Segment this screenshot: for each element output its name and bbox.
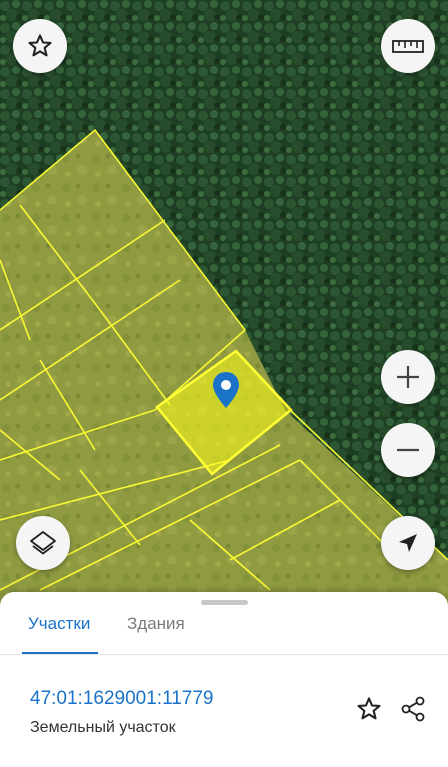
tab-buildings[interactable]: Здания [127, 614, 185, 634]
cadastral-number-link[interactable]: 47:01:1629001:11779 [30, 688, 214, 710]
navigation-arrow-icon [396, 531, 420, 555]
parcel-info-sheet: Участки Здания 47:01:1629001:11779 Земел… [0, 592, 448, 767]
star-icon [26, 32, 54, 60]
layers-icon [28, 528, 58, 558]
layers-button[interactable] [16, 516, 70, 570]
divider [0, 654, 448, 655]
zoom-in-button[interactable] [381, 350, 435, 404]
ruler-button[interactable] [381, 19, 435, 73]
sheet-drag-handle[interactable] [201, 600, 248, 605]
ruler-icon [391, 36, 425, 56]
parcel-type-label: Земельный участок [30, 719, 176, 736]
star-icon [355, 695, 383, 728]
my-location-button[interactable] [381, 516, 435, 570]
favorite-button[interactable] [13, 19, 67, 73]
share-icon [399, 695, 427, 728]
minus-icon [394, 436, 422, 464]
tab-parcels[interactable]: Участки [28, 614, 90, 634]
favorite-parcel-button[interactable] [354, 696, 384, 726]
plus-icon [394, 363, 422, 391]
sheet-tabs: Участки Здания [0, 606, 448, 655]
zoom-out-button[interactable] [381, 423, 435, 477]
share-button[interactable] [398, 696, 428, 726]
